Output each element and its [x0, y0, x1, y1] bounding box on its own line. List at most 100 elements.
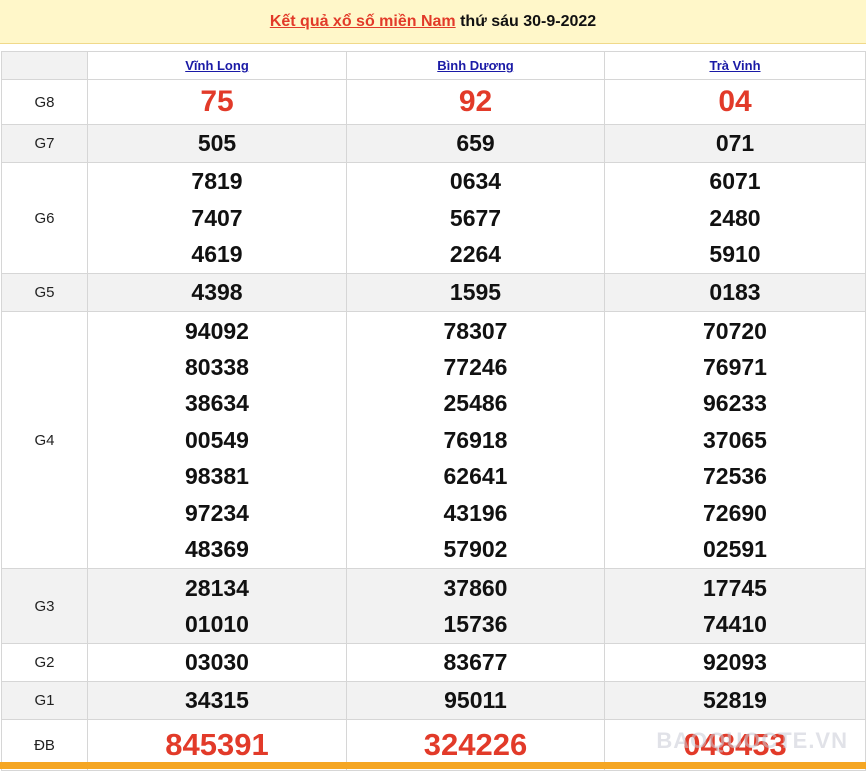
prize-cell: 75 — [87, 79, 347, 125]
title-date: thứ sáu 30-9-2022 — [455, 13, 597, 30]
prize-cell: 03030 — [87, 643, 347, 682]
prize-cell: 1595 — [346, 273, 605, 312]
prize-cell: 6071 2480 5910 — [604, 162, 866, 274]
prize-number: 15736 — [443, 611, 508, 637]
prize-number: 071 — [715, 130, 755, 157]
prize-number: 37860 — [443, 574, 508, 601]
prize-number: 83677 — [443, 649, 508, 676]
prize-cell: 95011 — [346, 681, 605, 720]
prize-cell: 83677 — [346, 643, 605, 682]
prize-number: 70720 — [703, 317, 767, 344]
prize-cell: 7819 7407 4619 — [87, 162, 347, 274]
prize-cell: 70720 76971 96233 37065 72536 72690 02591 — [604, 311, 866, 569]
results-table: Vĩnh Long Bình Dương Trà Vinh G8 75 92 04 G7… — [1, 51, 866, 771]
prize-row: G6 7819 7407 4619 0634 5677 2264 6071 2480 5910 — [1, 162, 866, 274]
prize-row: G5 4398 1595 0183 — [1, 273, 866, 312]
prize-label: G2 — [1, 643, 88, 682]
prize-label: G3 — [1, 568, 88, 644]
prize-number: 57902 — [443, 536, 508, 563]
prize-number: 38634 — [185, 390, 249, 417]
prize-label: G1 — [1, 681, 88, 720]
prize-number: 25486 — [443, 390, 508, 417]
prize-cell: 92 — [346, 79, 605, 125]
prize-number: 76918 — [443, 426, 508, 453]
prize-number: 96233 — [703, 390, 767, 417]
prize-number: 92093 — [703, 649, 767, 676]
results-body: G8 75 92 04 G7 505 659 071 G6 7819 7407 4619 0634 567… — [1, 79, 866, 771]
prize-number: 77246 — [443, 353, 508, 380]
prize-cell: 04 — [604, 79, 866, 125]
prize-number: 98381 — [185, 463, 249, 490]
prize-cell: 659 — [346, 124, 605, 163]
prize-number: 76971 — [703, 353, 767, 380]
prize-number: 03030 — [185, 649, 249, 676]
prize-number: 4398 — [191, 279, 243, 306]
prize-row: G7 505 659 071 — [1, 124, 866, 163]
prize-number: 28134 — [185, 574, 249, 601]
province-header: Vĩnh Long — [87, 51, 347, 80]
prize-number: 74410 — [703, 611, 767, 637]
prize-number: 0183 — [709, 279, 761, 306]
prize-number: 43196 — [443, 499, 508, 526]
prize-cell: 94092 80338 38634 00549 98381 97234 48369 — [87, 311, 347, 569]
prize-number: 48369 — [185, 536, 249, 563]
prize-number: 37065 — [703, 426, 767, 453]
prize-number: 2264 — [449, 241, 502, 268]
prize-cell: 17745 74410 — [604, 568, 866, 644]
prize-label: G6 — [1, 162, 88, 274]
prize-cell: 0634 5677 2264 — [346, 162, 605, 274]
prize-row: G2 03030 83677 92093 — [1, 643, 866, 682]
prize-label: G8 — [1, 79, 88, 125]
title-link[interactable]: Kết quả xổ số miền Nam — [270, 13, 456, 30]
prize-number: 1595 — [449, 279, 502, 306]
prize-number: 505 — [197, 130, 237, 157]
prize-number: 02591 — [703, 536, 767, 563]
prize-cell: 34315 — [87, 681, 347, 720]
prize-cell: 0183 — [604, 273, 866, 312]
province-header: Trà Vinh — [604, 51, 866, 80]
prize-row: G4 94092 80338 38634 00549 98381 97234 48369 783… — [1, 311, 866, 569]
prize-cell: 505 — [87, 124, 347, 163]
prize-number: 34315 — [185, 687, 249, 714]
prize-number: 5677 — [449, 204, 502, 231]
prize-cell: 28134 01010 — [87, 568, 347, 644]
corner-cell — [1, 51, 88, 80]
prize-number: 7819 — [191, 168, 243, 195]
prize-number: 17745 — [703, 574, 767, 601]
prize-number: 62641 — [443, 463, 508, 490]
prize-number: 80338 — [185, 353, 249, 380]
prize-number: 97234 — [185, 499, 249, 526]
province-link-binh-duong[interactable]: Bình Dương — [437, 58, 513, 73]
prize-label: G5 — [1, 273, 88, 312]
prize-number: 04 — [718, 85, 752, 118]
prize-number: 72536 — [703, 463, 767, 490]
prize-cell: 92093 — [604, 643, 866, 682]
prize-number: 4619 — [191, 241, 243, 268]
footer-bar — [0, 762, 866, 769]
prize-row: G3 28134 01010 37860 15736 17745 74410 — [1, 568, 866, 644]
province-link-vinh-long[interactable]: Vĩnh Long — [185, 58, 249, 73]
province-link-tra-vinh[interactable]: Trà Vinh — [709, 58, 760, 73]
prize-number: 52819 — [703, 687, 767, 714]
prize-number: 92 — [458, 85, 493, 118]
prize-number: 2480 — [709, 204, 761, 231]
prize-number: 78307 — [443, 317, 508, 344]
prize-cell: 37860 15736 — [346, 568, 605, 644]
prize-number: 75 — [200, 85, 234, 118]
province-header-row: Vĩnh Long Bình Dương Trà Vinh — [1, 51, 866, 80]
prize-number: 72690 — [703, 499, 767, 526]
prize-cell: 52819 — [604, 681, 866, 720]
prize-number: 00549 — [185, 426, 249, 453]
prize-row: G8 75 92 04 — [1, 79, 866, 125]
prize-label: G7 — [1, 124, 88, 163]
prize-row: G1 34315 95011 52819 — [1, 681, 866, 720]
prize-number: 01010 — [185, 611, 249, 637]
prize-cell: 071 — [604, 124, 866, 163]
prize-number: 6071 — [709, 168, 761, 195]
prize-number: 94092 — [185, 317, 249, 344]
prize-label: G4 — [1, 311, 88, 569]
results-title: Kết quả xổ số miền Nam thứ sáu 30-9-2022 — [0, 0, 866, 44]
prize-number: 7407 — [191, 204, 243, 231]
prize-cell: 78307 77246 25486 76918 62641 43196 57902 — [346, 311, 605, 569]
prize-number: 0634 — [449, 168, 502, 195]
